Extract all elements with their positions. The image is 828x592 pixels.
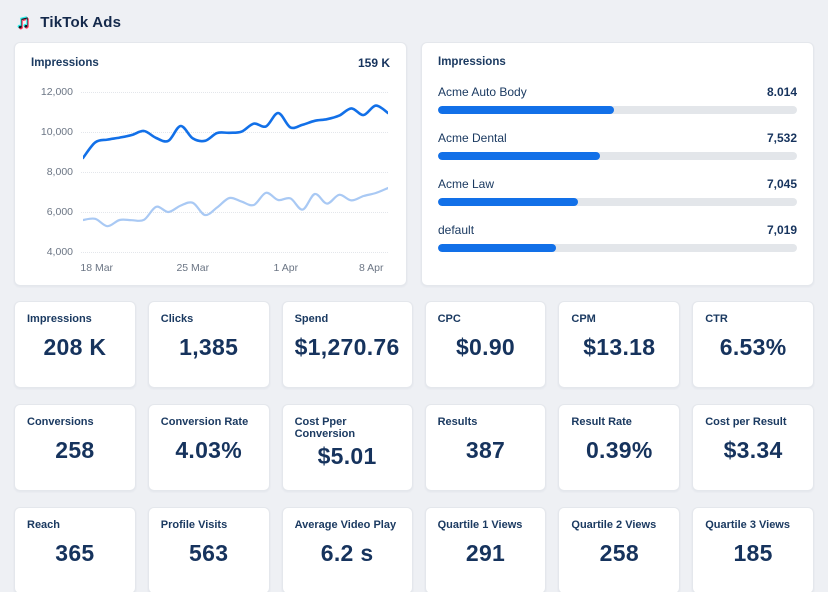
line-chart-svg	[83, 82, 388, 260]
kpi-value: 185	[705, 531, 801, 582]
kpi-label: Results	[438, 416, 534, 428]
kpi-label: Impressions	[27, 313, 123, 325]
line-chart-plot[interactable]: 12,000 10,000 8,000 6,000 4,000	[31, 82, 390, 260]
x-axis-tick: 18 Mar	[80, 262, 113, 274]
kpi-card-cpc[interactable]: CPC $0.90	[425, 301, 547, 388]
bar-row[interactable]: Acme Law 7,045	[438, 177, 797, 206]
kpi-label: Profile Visits	[161, 519, 257, 531]
bar-fill	[438, 198, 578, 206]
bar-row-value: 8.014	[767, 85, 797, 99]
bar-row-value: 7,045	[767, 177, 797, 191]
kpi-label: CPC	[438, 313, 534, 325]
kpi-grid: Impressions 208 K Clicks 1,385 Spend $1,…	[14, 301, 814, 592]
kpi-label: Quartile 1 Views	[438, 519, 534, 531]
line-series-current-period	[83, 106, 388, 158]
kpi-value: 0.39%	[571, 428, 667, 479]
kpi-card-profile-visits[interactable]: Profile Visits 563	[148, 507, 270, 592]
bar-row[interactable]: Acme Dental 7,532	[438, 131, 797, 160]
bar-row-value: 7,532	[767, 131, 797, 145]
app-header: ♫ TikTok Ads	[0, 0, 828, 42]
bar-fill	[438, 152, 600, 160]
bar-card-title: Impressions	[438, 56, 506, 68]
bar-track	[438, 244, 797, 252]
kpi-label: Conversion Rate	[161, 416, 257, 428]
bar-track	[438, 198, 797, 206]
kpi-value: 4.03%	[161, 428, 257, 479]
kpi-card-cpm[interactable]: CPM $13.18	[558, 301, 680, 388]
chart-title: Impressions	[31, 57, 99, 69]
kpi-card-clicks[interactable]: Clicks 1,385	[148, 301, 270, 388]
y-axis-tick: 12,000	[31, 86, 73, 98]
kpi-card-reach[interactable]: Reach 365	[14, 507, 136, 592]
x-axis-tick: 1 Apr	[274, 262, 299, 274]
bar-row-label: Acme Auto Body	[438, 85, 527, 99]
kpi-label: Spend	[295, 313, 400, 325]
kpi-value: 291	[438, 531, 534, 582]
kpi-label: Quartile 2 Views	[571, 519, 667, 531]
kpi-value: 387	[438, 428, 534, 479]
kpi-value: $5.01	[295, 440, 400, 479]
kpi-label: CTR	[705, 313, 801, 325]
bar-track	[438, 106, 797, 114]
kpi-card-cost-per-conversion[interactable]: Cost Pper Conversion $5.01	[282, 404, 413, 491]
bar-row-label: default	[438, 223, 474, 237]
kpi-value: 6.53%	[705, 325, 801, 376]
kpi-value: $13.18	[571, 325, 667, 376]
line-series-previous-period	[83, 188, 388, 226]
kpi-card-quartile-2-views[interactable]: Quartile 2 Views 258	[558, 507, 680, 592]
kpi-card-results[interactable]: Results 387	[425, 404, 547, 491]
kpi-card-impressions[interactable]: Impressions 208 K	[14, 301, 136, 388]
kpi-value: 258	[27, 428, 123, 479]
kpi-card-conversions[interactable]: Conversions 258	[14, 404, 136, 491]
kpi-value: 208 K	[27, 325, 123, 376]
impressions-line-chart-card[interactable]: Impressions 159 K 12,000 10,000 8,000 6,…	[14, 42, 407, 286]
bar-track	[438, 152, 797, 160]
kpi-card-quartile-1-views[interactable]: Quartile 1 Views 291	[425, 507, 547, 592]
bar-row-label: Acme Dental	[438, 131, 507, 145]
x-axis-tick: 8 Apr	[359, 262, 384, 274]
kpi-card-quartile-3-views[interactable]: Quartile 3 Views 185	[692, 507, 814, 592]
bar-row[interactable]: Acme Auto Body 8.014	[438, 85, 797, 114]
kpi-value: $3.34	[705, 428, 801, 479]
chart-total-value: 159 K	[358, 56, 390, 70]
page-title: TikTok Ads	[40, 14, 121, 31]
kpi-card-result-rate[interactable]: Result Rate 0.39%	[558, 404, 680, 491]
impressions-bar-list-card[interactable]: Impressions Acme Auto Body 8.014 Acme De…	[421, 42, 814, 286]
y-axis-tick: 10,000	[31, 126, 73, 138]
kpi-label: Quartile 3 Views	[705, 519, 801, 531]
kpi-value: $0.90	[438, 325, 534, 376]
x-axis-tick: 25 Mar	[176, 262, 209, 274]
kpi-label: Average Video Play	[295, 519, 400, 531]
y-axis-tick: 6,000	[31, 206, 73, 218]
y-axis-tick: 8,000	[31, 166, 73, 178]
kpi-label: Cost Pper Conversion	[295, 416, 400, 440]
bar-fill	[438, 244, 556, 252]
kpi-value: 258	[571, 531, 667, 582]
tiktok-logo-icon: ♫	[16, 13, 30, 32]
kpi-value: $1,270.76	[295, 325, 400, 376]
kpi-card-average-video-play[interactable]: Average Video Play 6.2 s	[282, 507, 413, 592]
y-axis-tick: 4,000	[31, 246, 73, 258]
kpi-card-ctr[interactable]: CTR 6.53%	[692, 301, 814, 388]
kpi-label: Cost per Result	[705, 416, 801, 428]
top-charts-row: Impressions 159 K 12,000 10,000 8,000 6,…	[14, 42, 814, 286]
x-axis: 18 Mar 25 Mar 1 Apr 8 Apr	[83, 262, 388, 278]
kpi-label: Reach	[27, 519, 123, 531]
kpi-value: 365	[27, 531, 123, 582]
bar-fill	[438, 106, 614, 114]
bar-row[interactable]: default 7,019	[438, 223, 797, 252]
kpi-value: 6.2 s	[295, 531, 400, 582]
bar-row-label: Acme Law	[438, 177, 494, 191]
kpi-card-conversion-rate[interactable]: Conversion Rate 4.03%	[148, 404, 270, 491]
kpi-value: 1,385	[161, 325, 257, 376]
kpi-label: Conversions	[27, 416, 123, 428]
kpi-label: Clicks	[161, 313, 257, 325]
kpi-label: Result Rate	[571, 416, 667, 428]
kpi-card-cost-per-result[interactable]: Cost per Result $3.34	[692, 404, 814, 491]
bar-list: Acme Auto Body 8.014 Acme Dental 7,532	[438, 85, 797, 252]
bar-row-value: 7,019	[767, 223, 797, 237]
kpi-card-spend[interactable]: Spend $1,270.76	[282, 301, 413, 388]
kpi-value: 563	[161, 531, 257, 582]
kpi-label: CPM	[571, 313, 667, 325]
